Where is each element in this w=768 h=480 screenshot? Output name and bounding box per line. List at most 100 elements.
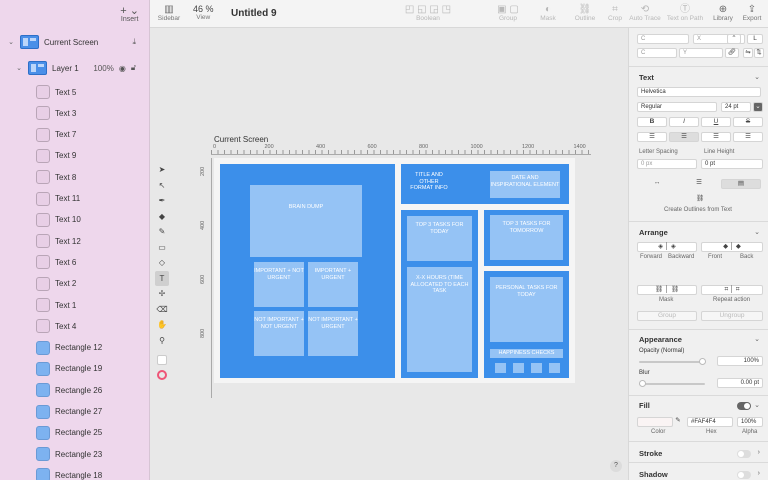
blur-slider[interactable] — [639, 380, 705, 387]
layer-item[interactable]: Text 11 — [0, 189, 149, 209]
chevron-down-icon[interactable]: ⌄ — [753, 102, 763, 112]
hand-icon[interactable]: ✋ — [155, 317, 169, 333]
mask-control[interactable]: ⛓︎ │ ⛓︎ — [637, 285, 697, 295]
crop-tool-icon[interactable]: ✢ — [155, 286, 169, 302]
layer-item[interactable]: Text 7 — [0, 125, 149, 145]
ungroup-button[interactable]: Ungroup — [701, 311, 763, 321]
select-arrow-icon[interactable]: ➤ — [155, 162, 169, 178]
align-justify-icon[interactable]: ☰ — [733, 132, 763, 142]
layer-item[interactable]: Text 4 — [0, 316, 149, 336]
layer-item[interactable]: Rectangle 19 — [0, 359, 149, 379]
chevron-right-icon[interactable]: › — [758, 470, 760, 477]
not-important-urgent-box[interactable]: NOT IMPORTANT + URGENT — [308, 311, 358, 356]
italic-button[interactable]: I — [669, 117, 699, 127]
chevron-down-icon[interactable]: ⌄ — [754, 73, 760, 81]
corner-icon[interactable]: L — [747, 34, 763, 44]
blur-field[interactable]: 0.00 pt — [717, 378, 763, 388]
eye-icon[interactable]: ◉ — [119, 64, 126, 73]
layer-item[interactable]: Rectangle 26 — [0, 380, 149, 400]
brush-icon[interactable]: ✎ — [155, 224, 169, 240]
artboard[interactable]: BRAIN DUMP IMPORTANT + NOT URGENT IMPORT… — [214, 158, 575, 383]
create-outlines-button[interactable]: Create Outlines from Text — [664, 207, 732, 213]
underline-button[interactable]: U — [701, 117, 731, 127]
opacity-field[interactable]: 100% — [717, 356, 763, 366]
layer-row[interactable]: ⌄ Layer 1 100% ◉ 🔓︎ — [0, 58, 149, 78]
personal-box[interactable]: PERSONAL TASKS FOR TODAY — [490, 277, 563, 342]
layer-item[interactable]: Rectangle 25 — [0, 423, 149, 443]
eraser-icon[interactable]: ⌫ — [155, 302, 169, 318]
align-left-icon[interactable]: ☰ — [637, 132, 667, 142]
repeat-control[interactable]: ⌗ │ ⌗ — [701, 285, 763, 295]
title-info-text[interactable]: TITLE AND OTHER FORMAT INFO — [410, 172, 448, 192]
layer-item[interactable]: Rectangle 27 — [0, 402, 149, 422]
direct-select-icon[interactable]: ↖ — [155, 178, 169, 194]
layer-item[interactable]: Rectangle 23 — [0, 444, 149, 464]
opacity-label[interactable]: Opacity (Normal) — [639, 348, 684, 354]
hours-box[interactable]: X-X HOURS (TIME ALLOCATED TO EACH TASK — [407, 267, 472, 372]
fill-toggle[interactable] — [737, 402, 751, 410]
front-back-control[interactable]: ◆ │ ◆ — [701, 242, 763, 252]
sidebar-button[interactable]: ▥ Sidebar — [156, 4, 182, 22]
document-title[interactable]: Untitled 9 — [231, 8, 277, 19]
layer-item[interactable]: Text 5 — [0, 82, 149, 102]
forward-backward-control[interactable]: ◈ │ ◈ — [637, 242, 697, 252]
layer-item[interactable]: Text 12 — [0, 231, 149, 251]
pen-icon[interactable]: ✒ — [155, 193, 169, 209]
link-icon[interactable]: 🔗︎ — [725, 48, 739, 58]
group-button[interactable]: ▣ ▢ Group — [486, 4, 530, 22]
text-on-path-button[interactable]: Ⓣ Text on Path — [665, 4, 705, 22]
brain-dump-box[interactable]: BRAIN DUMP — [250, 185, 362, 257]
date-element-box[interactable]: DATE AND INSPIRATIONAL ELEMENT — [490, 171, 560, 198]
crop-button[interactable]: ⌗ Crop — [604, 4, 626, 22]
rectangle-tool-icon[interactable]: ▭ — [155, 240, 169, 256]
height-field[interactable]: Y — [679, 48, 723, 58]
chevron-down-icon[interactable]: ⌄ — [6, 38, 16, 46]
font-size-field[interactable]: 24 pt — [721, 102, 751, 112]
eyedropper-icon[interactable]: ✎ — [673, 417, 683, 427]
flip-v-icon[interactable]: ⇅ — [754, 48, 764, 58]
library-button[interactable]: ⊕ Library — [710, 4, 736, 22]
habit-check-4[interactable] — [549, 363, 560, 373]
stroke-toggle[interactable] — [737, 450, 751, 458]
auto-width-icon[interactable]: ↔ — [637, 179, 677, 189]
export-icon[interactable]: ⤓ — [132, 37, 136, 47]
important-not-urgent-box[interactable]: IMPORTANT + NOT URGENT — [254, 262, 304, 307]
letter-spacing-field[interactable]: 0 px — [637, 159, 697, 169]
opacity-slider[interactable] — [639, 358, 706, 365]
zoom-icon[interactable]: ⚲ — [155, 333, 169, 349]
layer-item[interactable]: Rectangle 12 — [0, 338, 149, 358]
outline-button[interactable]: ⛓︎ Outline — [570, 4, 600, 22]
top3-tomorrow-box[interactable]: TOP 3 TASKS FOR TOMORROW — [490, 215, 563, 260]
layer-item[interactable]: Text 3 — [0, 103, 149, 123]
fixed-size-icon[interactable]: ▤ — [721, 179, 761, 189]
auto-trace-button[interactable]: ⟲ Auto Trace — [628, 4, 662, 22]
node-icon[interactable]: ◆ — [155, 209, 169, 225]
shadow-toggle[interactable] — [737, 471, 751, 479]
artboard-label[interactable]: Current Screen — [214, 135, 268, 144]
font-family-select[interactable]: Helvetica — [637, 87, 761, 97]
chevron-down-icon[interactable]: ⌄ — [754, 228, 760, 236]
flip-h-icon[interactable]: ⇋ — [743, 48, 753, 58]
x-field[interactable]: C — [637, 34, 689, 44]
fill-alpha-field[interactable]: 100% — [737, 417, 763, 427]
habit-check-3[interactable] — [531, 363, 542, 373]
layer-item[interactable]: Text 9 — [0, 146, 149, 166]
line-height-field[interactable]: 0 pt — [701, 159, 763, 169]
lock-icon[interactable]: 🔓︎ — [131, 63, 136, 73]
top3-today-box[interactable]: TOP 3 TASKS FOR TODAY — [407, 216, 472, 261]
boolean-button[interactable]: ◰ ◱ ◲ ◳ Boolean — [403, 4, 453, 22]
auto-height-icon[interactable]: ☰ — [679, 179, 719, 189]
important-urgent-box[interactable]: IMPORTANT + URGENT — [308, 262, 358, 307]
canvas[interactable]: ➤ ↖ ✒ ◆ ✎ ▭ ◇ T ✢ ⌫ ✋ ⚲ Current Screen 0… — [150, 28, 628, 480]
layer-item[interactable]: Text 2 — [0, 274, 149, 294]
text-tool-icon[interactable]: T — [155, 270, 169, 286]
group-button[interactable]: Group — [637, 311, 697, 321]
layer-item[interactable]: Rectangle 18 — [0, 465, 149, 480]
align-right-icon[interactable]: ☰ — [701, 132, 731, 142]
chevron-right-icon[interactable]: › — [758, 449, 760, 456]
fill-bucket-icon[interactable]: ◇ — [155, 255, 169, 271]
layer-item[interactable]: Text 10 — [0, 210, 149, 230]
zoom-control[interactable]: 46 % View — [193, 4, 214, 21]
strikethrough-button[interactable]: S — [733, 117, 763, 127]
width-field[interactable]: C — [637, 48, 677, 58]
